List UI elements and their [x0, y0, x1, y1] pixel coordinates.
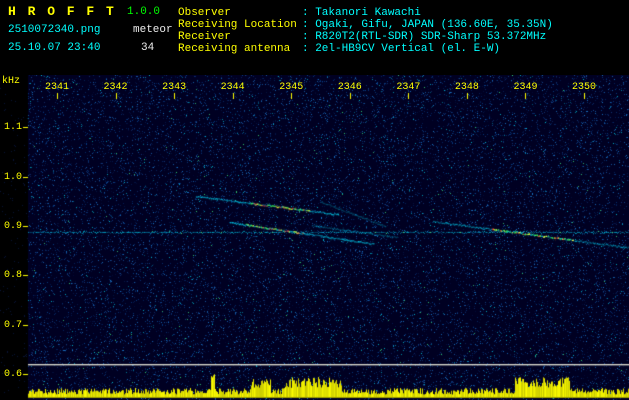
spectrogram-panel: kHz 2341 2342 2343 2344 2345 2346 2347 2348 2349…	[0, 75, 629, 400]
info-label: Receiving Location	[178, 19, 297, 31]
mode-label: meteor	[133, 24, 173, 36]
y-tick-label: 0.7	[3, 320, 22, 331]
output-filename: 2510072340.png	[8, 24, 101, 36]
info-value: : Takanori Kawachi	[302, 7, 421, 19]
x-tick-label: 2342	[103, 82, 128, 93]
x-tick-label: 2346	[337, 82, 362, 93]
info-value: : 2el-HB9CV Vertical (el. E-W)	[302, 43, 501, 55]
x-tick-label: 2341	[44, 82, 69, 93]
x-tick-label: 2347	[396, 82, 421, 93]
hrofft-screen: H R O F F T 1.0.0 2510072340.png meteor …	[0, 0, 629, 400]
info-label: Receiver	[178, 31, 231, 43]
spectrogram-canvas	[0, 75, 629, 400]
info-value: : R820T2(RTL-SDR) SDR-Sharp 53.372MHz	[302, 31, 547, 43]
y-tick-label: 0.9	[3, 221, 22, 232]
station-info-row: Observer : Takanori Kawachi	[178, 7, 553, 19]
info-label: Observer	[178, 7, 231, 19]
app-title: H R O F F T	[8, 4, 116, 19]
station-info: Observer: Takanori Kawachi Receiving Loca…	[178, 7, 553, 55]
x-tick-label: 2350	[572, 82, 597, 93]
y-tick-label: 1.0	[3, 172, 22, 183]
x-tick-label: 2345	[279, 82, 304, 93]
x-tick-label: 2344	[220, 82, 245, 93]
y-tick-label: 0.6	[3, 369, 22, 380]
station-info-row: Receiving Location : Ogaki, Gifu, JAPAN (…	[178, 19, 553, 31]
station-info-row: Receiving antenna : 2el-HB9CV Vertical (e…	[178, 43, 553, 55]
timestamp: 25.10.07 23:40	[8, 42, 101, 54]
app-version: 1.0.0	[127, 6, 161, 18]
y-tick-label: 0.8	[3, 270, 22, 281]
station-info-row: Receiver : R820T2(RTL-SDR) SDR-Sharp 53.3…	[178, 31, 553, 43]
echo-count: 34	[141, 42, 155, 54]
y-tick-label: 1.1	[3, 122, 22, 133]
y-axis-unit-label: kHz	[2, 76, 21, 87]
x-tick-label: 2343	[162, 82, 187, 93]
header: H R O F F T 1.0.0 2510072340.png meteor …	[0, 0, 629, 75]
info-value: : Ogaki, Gifu, JAPAN (136.60E, 35.35N)	[302, 19, 553, 31]
x-tick-label: 2348	[454, 82, 479, 93]
x-tick-label: 2349	[513, 82, 538, 93]
info-label: Receiving antenna	[178, 43, 291, 55]
